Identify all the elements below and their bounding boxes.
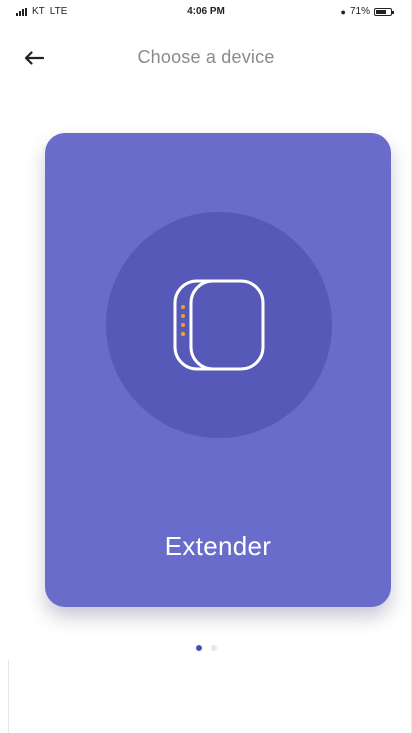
screen-edge-left <box>8 660 9 733</box>
battery-icon <box>374 7 394 16</box>
indicator-light <box>180 331 186 337</box>
indicator-light <box>181 314 185 318</box>
page-indicator <box>0 645 412 651</box>
alarm-icon: ● <box>340 6 346 17</box>
extender-device-icon <box>173 279 265 371</box>
page-dot-1[interactable] <box>195 645 202 651</box>
indicator-light <box>181 323 185 327</box>
indicator-light <box>181 305 185 309</box>
device-name: Extender <box>164 531 272 561</box>
status-right: ● 71% <box>340 6 394 17</box>
page-dot-2[interactable] <box>210 645 217 651</box>
battery-percent: 71% <box>349 6 370 17</box>
battery-level <box>376 9 386 14</box>
page-title: Choose a device <box>137 47 275 67</box>
nav-bar: Choose a device <box>0 38 412 78</box>
device-card-extender[interactable]: Extender <box>45 133 391 607</box>
status-bar: KT LTE 4:06 PM ● 71% <box>0 0 412 24</box>
